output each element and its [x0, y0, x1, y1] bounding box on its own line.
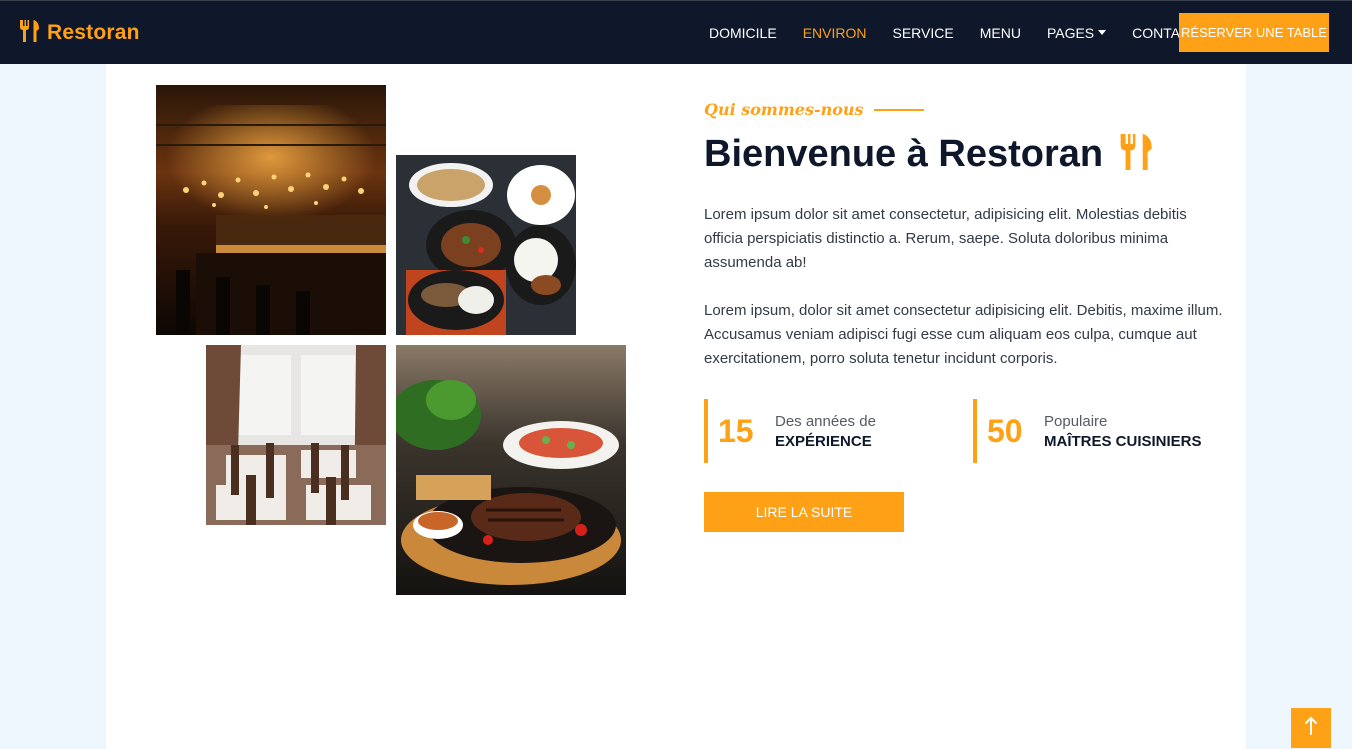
stat-number: 15 — [718, 412, 754, 449]
brand-logo[interactable]: Restoran — [19, 20, 140, 46]
stat-experience: 15 Des années de EXPÉRIENCE — [704, 399, 964, 463]
nav-links: DOMICILE ENVIRON SERVICE MENU PAGES CONT… — [696, 1, 1212, 65]
arrow-up-icon — [1304, 717, 1318, 739]
stat-number: 50 — [987, 412, 1023, 449]
stat-strong: EXPÉRIENCE — [775, 432, 872, 450]
section-title: Bienvenue à Restoran — [704, 132, 1104, 175]
about-image-dishes — [396, 155, 576, 335]
subtitle-divider — [873, 108, 924, 111]
section-subtitle-row: Qui sommes-nous — [704, 100, 924, 119]
about-image-dining-room — [206, 345, 386, 525]
about-image-bar — [156, 85, 386, 335]
nav-item-pages-label: PAGES — [1046, 25, 1095, 41]
back-to-top-button[interactable] — [1291, 708, 1331, 748]
stat-text: Populaire MAÎTRES CUISINIERS — [1044, 413, 1202, 450]
stat-label: Populaire — [1044, 412, 1108, 430]
about-paragraph-2: Lorem ipsum, dolor sit amet consectetur … — [704, 302, 1223, 367]
utensils-icon — [19, 19, 41, 47]
stat-text: Des années de EXPÉRIENCE — [775, 413, 876, 450]
brand-name: Restoran — [47, 21, 140, 44]
navbar: Restoran DOMICILE ENVIRON SERVICE MENU P… — [0, 0, 1352, 64]
nav-item-pages[interactable]: PAGES — [1034, 25, 1119, 41]
about-section: Qui sommes-nous Bienvenue à Restoran Lor… — [106, 64, 1246, 749]
reserve-table-button[interactable]: RÉSERVER UNE TABLE — [1179, 13, 1329, 52]
read-more-button[interactable]: LIRE LA SUITE — [704, 492, 904, 532]
about-paragraph-1: Lorem ipsum dolor sit amet consectetur, … — [704, 206, 1187, 271]
section-title-row: Bienvenue à Restoran — [704, 132, 1155, 176]
caret-down-icon — [1098, 29, 1107, 35]
stat-strong: MAÎTRES CUISINIERS — [1044, 432, 1202, 450]
stat-chefs: 50 Populaire MAÎTRES CUISINIERS — [973, 399, 1233, 463]
about-image-steak — [396, 345, 626, 595]
utensils-icon — [1119, 132, 1155, 176]
nav-item-environ[interactable]: ENVIRON — [790, 25, 880, 41]
section-subtitle: Qui sommes-nous — [704, 100, 864, 119]
nav-item-menu[interactable]: MENU — [967, 25, 1034, 41]
nav-item-domicile[interactable]: DOMICILE — [696, 25, 790, 41]
stat-label: Des années de — [775, 412, 876, 430]
nav-item-service[interactable]: SERVICE — [879, 25, 966, 41]
